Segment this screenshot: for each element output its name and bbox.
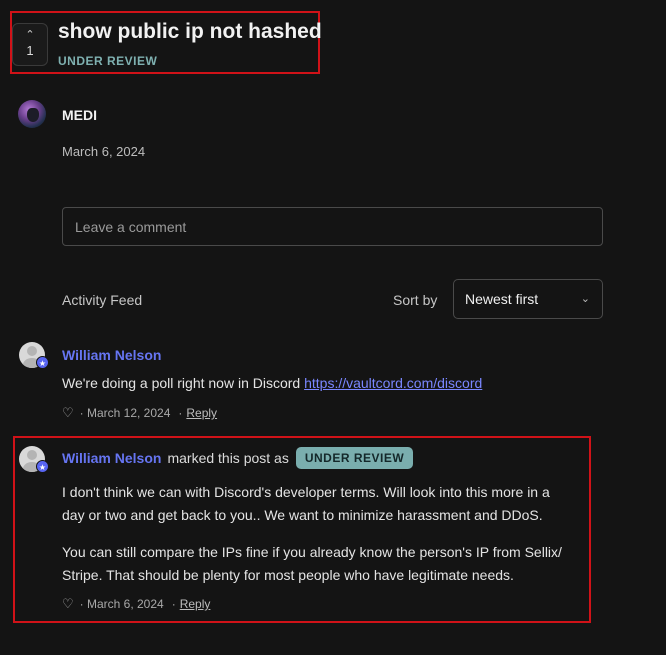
sort-value: Newest first xyxy=(465,291,539,307)
comment-date: · March 6, 2024 xyxy=(79,597,164,611)
status-label: UNDER REVIEW xyxy=(58,54,158,68)
separator: · xyxy=(178,406,183,420)
heart-icon[interactable]: ♡ xyxy=(62,596,74,612)
marked-text: marked this post as xyxy=(167,450,289,466)
comment-text: We're doing a poll right now in Discord … xyxy=(62,375,483,391)
comment-author[interactable]: William Nelson xyxy=(62,450,161,466)
comment-paragraph: I don't think we can with Discord's deve… xyxy=(62,484,550,523)
chevron-up-icon: ⌃ xyxy=(25,29,35,41)
reply-link[interactable]: Reply xyxy=(186,406,217,420)
chevron-down-icon: ⌄ xyxy=(580,293,590,305)
post-date: March 6, 2024 xyxy=(62,144,146,159)
comment-meta: ♡ · March 12, 2024 · Reply xyxy=(62,405,217,421)
comment-paragraph: You can still compare the IPs fine if yo… xyxy=(62,544,562,583)
status-change-line: William Nelson marked this post as UNDER… xyxy=(62,447,414,469)
reply-link[interactable]: Reply xyxy=(180,597,211,611)
page-title: show public ip not hashed xyxy=(58,20,322,43)
discord-link[interactable]: https://vaultcord.com/discord xyxy=(304,375,482,391)
author-name[interactable]: MEDI xyxy=(62,107,97,123)
separator: · xyxy=(171,597,176,611)
admin-badge-icon: ★ xyxy=(36,460,49,473)
activity-feed-label: Activity Feed xyxy=(62,292,143,308)
heart-icon[interactable]: ♡ xyxy=(62,405,74,421)
comment-meta: ♡ · March 6, 2024 · Reply xyxy=(62,596,210,612)
comment-input[interactable] xyxy=(62,207,603,246)
avatar[interactable] xyxy=(18,100,46,128)
upvote-button[interactable]: ⌃ 1 xyxy=(12,23,48,66)
sort-dropdown[interactable]: Newest first ⌄ xyxy=(453,279,603,319)
comment-date: · March 12, 2024 xyxy=(79,406,171,420)
vote-count: 1 xyxy=(26,43,34,58)
sort-label: Sort by xyxy=(393,292,438,308)
admin-badge-icon: ★ xyxy=(36,356,49,369)
comment-author[interactable]: William Nelson xyxy=(62,347,161,363)
status-badge: UNDER REVIEW xyxy=(295,447,414,469)
